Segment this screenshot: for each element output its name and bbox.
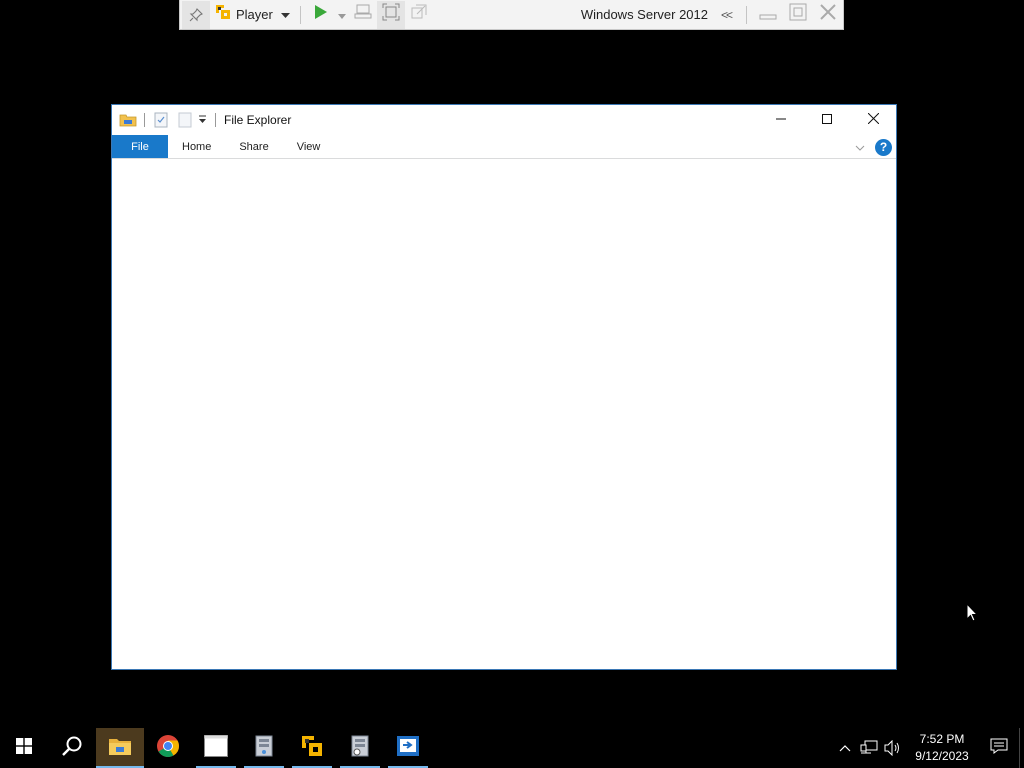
clock[interactable]: 7:52 PM 9/12/2023: [909, 731, 975, 765]
server-manager-icon: [253, 734, 275, 763]
clock-time: 7:52 PM: [919, 732, 965, 746]
vmware-player-icon: [300, 734, 324, 763]
start-button[interactable]: [0, 728, 48, 768]
taskbar-app-file-explorer[interactable]: [96, 728, 144, 768]
folder-icon[interactable]: [118, 110, 138, 130]
play-options-dropdown[interactable]: [335, 1, 349, 29]
taskbar-app-server-manager[interactable]: [240, 728, 288, 768]
close-icon: [819, 3, 837, 26]
maximize-button[interactable]: [804, 105, 850, 135]
send-ctrl-alt-del-button[interactable]: [349, 1, 377, 29]
chevron-down-icon: [855, 138, 865, 156]
vm-player-toolbar: Player Windows Server 2012 <<: [179, 0, 844, 30]
content-pane[interactable]: [112, 160, 896, 669]
minimize-button[interactable]: [758, 105, 804, 135]
close-button[interactable]: [850, 105, 896, 135]
volume-icon[interactable]: [881, 728, 905, 768]
maximize-icon: [822, 111, 832, 129]
chevron-up-icon: [839, 739, 851, 757]
window-title: File Explorer: [224, 113, 292, 127]
ribbon-controls: ?: [849, 135, 892, 159]
player-menu-button[interactable]: Player: [210, 1, 294, 29]
tab-home[interactable]: Home: [168, 135, 225, 158]
blank-window-icon: [204, 734, 228, 762]
vm-minimize-button[interactable]: [753, 1, 783, 29]
server-tools-icon: [349, 734, 371, 763]
action-center-button[interactable]: [979, 728, 1019, 768]
minimize-icon: [776, 111, 786, 129]
file-explorer-icon: [108, 736, 132, 761]
show-hidden-icons-button[interactable]: [833, 728, 857, 768]
vm-restore-button[interactable]: [783, 1, 813, 29]
window-controls: [758, 105, 896, 135]
taskbar-app-chrome[interactable]: [144, 728, 192, 768]
fullscreen-icon: [382, 3, 400, 26]
title-bar[interactable]: File Explorer: [112, 105, 896, 135]
collapse-icon: <<: [720, 7, 733, 22]
play-icon: [314, 4, 328, 25]
search-button[interactable]: [48, 728, 96, 768]
minimize-icon: [759, 3, 777, 26]
show-desktop-button[interactable]: [1019, 728, 1024, 768]
collapse-toolbar-button[interactable]: <<: [712, 1, 740, 29]
taskbar: 7:52 PM 9/12/2023: [0, 728, 1024, 768]
windows-logo-icon: [16, 737, 32, 759]
tab-share[interactable]: Share: [225, 135, 282, 158]
ribbon-tabs: File Home Share View ?: [112, 135, 896, 159]
fit-guest-button[interactable]: [376, 0, 405, 29]
play-button[interactable]: [307, 1, 335, 29]
expand-ribbon-button[interactable]: [849, 136, 871, 158]
vm-close-button[interactable]: [813, 1, 843, 29]
taskbar-app-vmware-player[interactable]: [288, 728, 336, 768]
toolbar-divider: [746, 5, 747, 24]
system-tray: 7:52 PM 9/12/2023: [833, 728, 1024, 768]
chevron-down-icon: [337, 6, 346, 24]
computer-icon: [354, 4, 372, 25]
network-icon[interactable]: [857, 728, 881, 768]
taskbar-app-blank-window[interactable]: [192, 728, 240, 768]
chevron-down-icon: [280, 6, 290, 24]
tab-view[interactable]: View: [283, 135, 335, 158]
file-explorer-window: File Explorer File Home Share View ?: [111, 104, 897, 670]
chevron-down-icon: [198, 111, 207, 129]
clock-date: 9/12/2023: [915, 749, 969, 763]
toolbar-divider: [215, 113, 216, 127]
vm-name-label: Windows Server 2012: [580, 7, 708, 22]
properties-icon[interactable]: [151, 110, 171, 130]
restore-icon: [789, 3, 807, 26]
new-folder-icon[interactable]: [175, 110, 195, 130]
close-icon: [867, 111, 879, 129]
search-icon: [61, 735, 83, 762]
unity-button[interactable]: [405, 1, 433, 29]
taskbar-app-remote-desktop[interactable]: [384, 728, 432, 768]
toolbar-divider: [299, 5, 301, 24]
chrome-icon: [156, 734, 180, 763]
toolbar-divider: [144, 113, 145, 127]
pin-icon[interactable]: [182, 0, 210, 29]
vmware-logo-icon: [214, 3, 232, 26]
notification-icon: [990, 738, 1008, 759]
customize-qat-dropdown[interactable]: [195, 110, 209, 130]
tab-file[interactable]: File: [112, 135, 168, 158]
help-icon[interactable]: ?: [875, 138, 892, 156]
taskbar-app-server-tools[interactable]: [336, 728, 384, 768]
quick-access-toolbar: [112, 110, 222, 130]
remote-desktop-icon: [396, 735, 420, 762]
player-menu-label: Player: [236, 7, 273, 22]
mouse-pointer-icon: [966, 602, 979, 623]
unity-icon: [410, 3, 428, 26]
